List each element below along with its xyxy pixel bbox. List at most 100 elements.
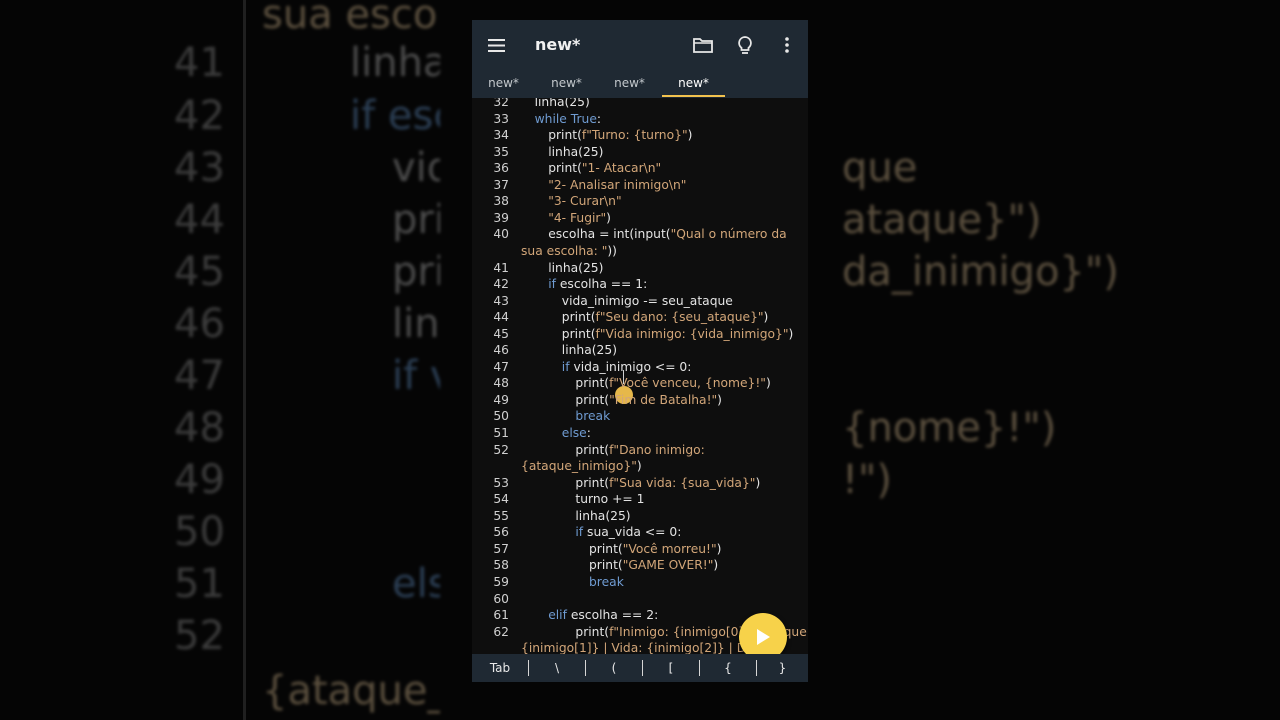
code-keyword: elif [548,608,567,623]
code-string: "Qual o número da [670,227,787,242]
key-brace-open[interactable]: { [700,654,756,682]
code-token: print( [548,161,582,176]
code-token: linha(25) [548,260,604,275]
background-code-text: vid [392,145,440,191]
line-number: 36 [493,161,509,176]
more-vert-icon[interactable] [776,34,798,56]
code-text: linha(25) [562,342,617,359]
code-line: 48 print(f"Você venceu, {nome}!") [472,375,808,392]
code-line: 39 "4- Fugir") [472,210,808,227]
code-string: f"Vida inimigo: {vida_inimigo}" [595,326,789,341]
code-line: 49 print("Fim de Batalha!") [472,392,808,409]
key-backslash[interactable]: \ [529,654,585,682]
code-line: 58 print("GAME OVER!") [472,557,808,574]
code-keyword: break [589,574,624,589]
code-token: )) [607,243,617,258]
code-token: ) [713,558,719,573]
code-line: 57 print("Você morreu!") [472,541,808,558]
code-text: turno += 1 [575,491,644,508]
code-keyword: if [575,525,584,540]
code-string: "2- Analisar inimigo\n" [548,177,687,192]
hamburger-menu-icon[interactable] [487,36,507,56]
code-text: print("Fim de Batalha!") [575,392,722,409]
code-text: "3- Curar\n" [548,193,621,210]
code-line: 44 print(f"Seu dano: {seu_ataque}") [472,309,808,326]
code-text: print(f"Você venceu, {nome}!") [575,375,770,392]
code-line: 37 "2- Analisar inimigo\n" [472,177,808,194]
code-string: "3- Curar\n" [548,194,622,209]
code-line: 52 print(f"Dano inimigo: [472,442,808,459]
code-string: f"Sua vida: {sua_vida}" [609,475,756,490]
folder-icon[interactable] [692,34,714,56]
code-text: print(f"Sua vida: {sua_vida}") [575,475,760,492]
line-number: 41 [493,260,509,275]
code-token: sua_vida <= 0: [583,525,682,540]
code-token: print( [575,624,610,639]
background-line-number: 52 [174,613,225,659]
file-title: new* [535,35,581,54]
code-text: escolha = int(input("Qual o número da [548,226,787,243]
background-code-right: que ataque}") da_inimigo}") {nome}!") !") [842,0,1142,720]
background-code-text: if v [392,353,440,399]
code-text: print("1- Atacar\n" [548,160,661,177]
code-string: f"Turno: {turno}" [581,128,688,143]
key-bracket-open[interactable]: [ [643,654,699,682]
code-token: ) [765,376,771,391]
line-number: 53 [493,475,509,490]
line-number: 59 [493,574,509,589]
active-tab-indicator [662,95,725,97]
code-line: 42 if escolha == 1: [472,276,808,293]
code-token: turno += 1 [575,492,645,507]
line-number: 55 [493,508,509,523]
code-line: 47 if vida_inimigo <= 0: [472,359,808,376]
line-number: 45 [493,326,509,341]
background-line-number: 51 [174,561,225,607]
code-text: print(f"Seu dano: {seu_ataque}") [562,309,769,326]
tab-file-1[interactable]: new* [472,76,535,90]
code-line: 55 linha(25) [472,508,808,525]
line-number: 46 [493,343,509,358]
line-number: 50 [493,409,509,424]
code-line: 35 linha(25) [472,144,808,161]
code-line: 41 linha(25) [472,260,808,277]
background-code-left: sua esco 41 linha 42 if esc 43 vid 44 pri 45 pri 46… [160,0,440,720]
code-editor[interactable]: 32 linha(25) 33 while True: 34 print(f"Turno:… [472,98,808,654]
code-token: ) [716,541,722,556]
code-token: : [596,111,602,126]
code-text: elif escolha == 2: [548,607,658,624]
code-line: 56 if sua_vida <= 0: [472,524,808,541]
code-text: print(f"Vida inimigo: {vida_inimigo}") [562,326,794,343]
code-string: {ataque_inimigo}" [521,459,637,474]
background-line-number: 47 [174,353,225,399]
code-text: break [575,408,610,425]
key-brace-close[interactable]: } [757,654,808,682]
code-token: print( [561,310,596,325]
tab-file-3[interactable]: new* [598,76,661,90]
code-line: 45 print(f"Vida inimigo: {vida_inimigo}") [472,326,808,343]
background-code-line: {nome}!") [842,405,1057,451]
background-code-text: els [392,561,440,607]
lightbulb-icon[interactable] [734,34,756,56]
key-tab[interactable]: Tab [472,654,528,682]
background-code-text: sua esco [262,0,438,38]
code-line: 32 linha(25) [472,98,808,111]
line-number: 34 [493,128,509,143]
code-text: linha(25) [535,98,590,111]
code-line: 59 break [472,574,808,591]
code-text: while True: [535,111,601,128]
key-paren-open[interactable]: ( [586,654,642,682]
line-number: 32 [493,98,509,109]
line-number: 56 [493,525,509,540]
code-text: {ataque_inimigo}") [521,458,642,475]
app-bar: new* [472,20,808,72]
tab-file-4[interactable]: new* [662,76,725,90]
code-text: linha(25) [548,144,603,161]
code-token: print( [589,541,623,556]
code-token: print( [561,326,596,341]
background-code-text: pri [392,197,440,243]
code-token: ) [636,459,642,474]
line-number: 52 [493,442,509,457]
code-text: print("GAME OVER!") [589,557,718,574]
tab-file-2[interactable]: new* [535,76,598,90]
code-string: f"Você venceu, {nome}!" [609,376,766,391]
